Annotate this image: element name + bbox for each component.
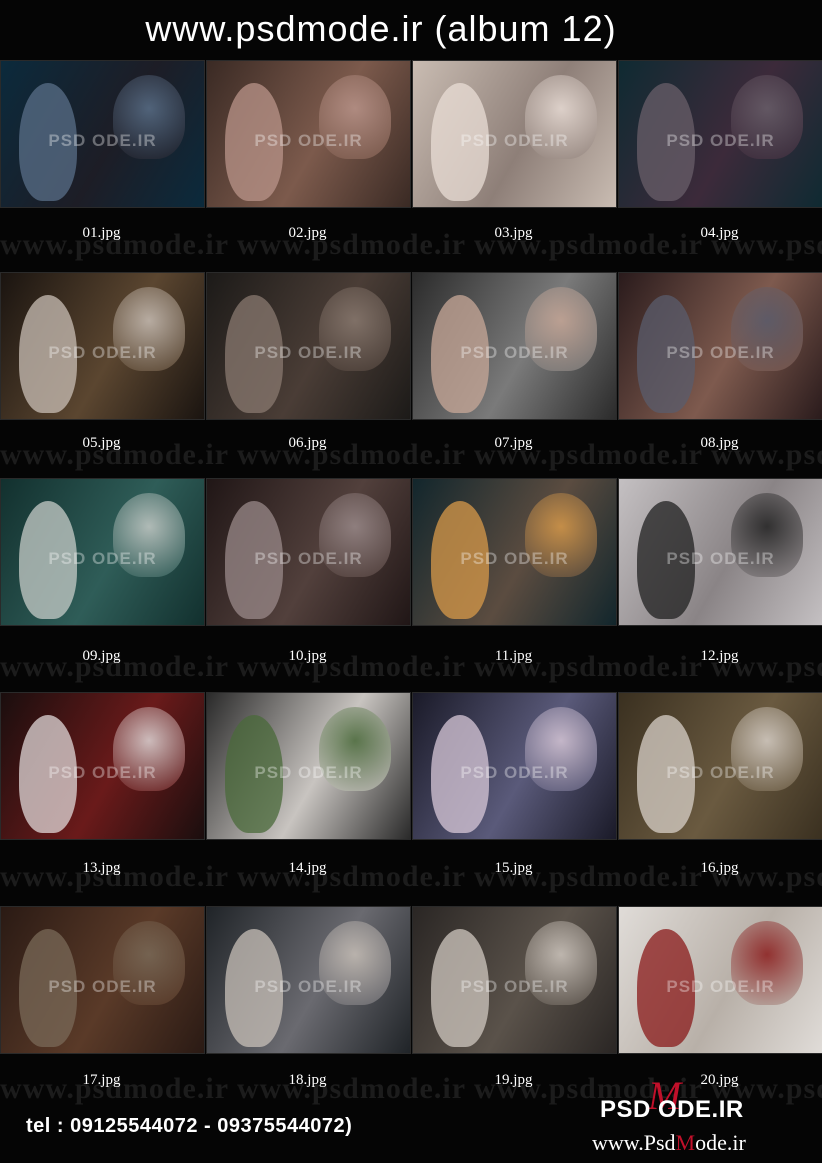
thumbnail-watermark: PSD ODE.IR (254, 549, 363, 569)
thumbnail-watermark: PSD ODE.IR (460, 549, 569, 569)
site-accent: M (675, 1130, 696, 1155)
album-thumbnail[interactable]: PSD ODE.IR (618, 60, 822, 208)
thumbnail-label: 15.jpg (494, 860, 533, 876)
thumbnail-watermark: PSD ODE.IR (254, 131, 363, 151)
thumbnail-label: 19.jpg (494, 1072, 533, 1088)
album-thumbnail[interactable]: PSD ODE.IR (412, 478, 617, 626)
thumbnail-watermark: PSD ODE.IR (666, 977, 775, 997)
thumbnail-label: 05.jpg (82, 435, 121, 451)
page-header: www.psdmode.ir (album 12) (0, 0, 822, 58)
thumbnail-watermark: PSD ODE.IR (254, 763, 363, 783)
thumbnail-watermark: PSD ODE.IR (48, 977, 157, 997)
album-thumbnail[interactable]: PSD ODE.IR (206, 478, 411, 626)
thumbnail-label: 12.jpg (700, 648, 739, 664)
thumbnail-label: 18.jpg (288, 1072, 327, 1088)
album-thumbnail[interactable]: PSD ODE.IR (618, 906, 822, 1054)
page-title: www.psdmode.ir (album 12) (145, 8, 617, 49)
contact-phone: tel : 09125544072 - 09375544072) (26, 1115, 353, 1137)
thumbnail-watermark: PSD ODE.IR (460, 343, 569, 363)
thumbnail-label: 10.jpg (288, 648, 327, 664)
album-thumbnail[interactable]: PSD ODE.IR (618, 478, 822, 626)
thumbnail-label: 17.jpg (82, 1072, 121, 1088)
album-thumbnail[interactable]: PSD ODE.IR (0, 478, 205, 626)
thumbnail-watermark: PSD ODE.IR (48, 343, 157, 363)
album-thumbnail[interactable]: PSD ODE.IR (0, 692, 205, 840)
thumbnail-label: 02.jpg (288, 225, 327, 241)
thumbnail-label: 07.jpg (494, 435, 533, 451)
thumbnail-watermark: PSD ODE.IR (460, 131, 569, 151)
thumbnail-watermark: PSD ODE.IR (48, 549, 157, 569)
thumbnail-watermark: PSD ODE.IR (666, 343, 775, 363)
album-thumbnail[interactable]: PSD ODE.IR (0, 272, 205, 420)
thumbnail-watermark: PSD ODE.IR (666, 131, 775, 151)
thumbnail-watermark: PSD ODE.IR (460, 763, 569, 783)
thumbnail-label: 04.jpg (700, 225, 739, 241)
album-thumbnail[interactable]: PSD ODE.IR (412, 272, 617, 420)
thumbnail-label: 14.jpg (288, 860, 327, 876)
album-thumbnail[interactable]: PSD ODE.IR (0, 60, 205, 208)
album-thumbnail[interactable]: PSD ODE.IR (0, 906, 205, 1054)
thumbnail-label: 08.jpg (700, 435, 739, 451)
thumbnail-label: 16.jpg (700, 860, 739, 876)
album-thumbnail[interactable]: PSD ODE.IR (412, 60, 617, 208)
thumbnail-label: 06.jpg (288, 435, 327, 451)
brand-logo: M PSD ODE.IR (600, 1073, 800, 1126)
thumbnail-watermark: PSD ODE.IR (460, 977, 569, 997)
thumbnail-label: 13.jpg (82, 860, 121, 876)
album-thumbnail[interactable]: PSD ODE.IR (412, 692, 617, 840)
thumbnail-watermark: PSD ODE.IR (48, 763, 157, 783)
thumbnail-watermark: PSD ODE.IR (666, 763, 775, 783)
album-thumbnail[interactable]: PSD ODE.IR (618, 692, 822, 840)
album-thumbnail[interactable]: PSD ODE.IR (206, 272, 411, 420)
thumbnail-label: 03.jpg (494, 225, 533, 241)
site-prefix: www.Psd (592, 1130, 676, 1155)
site-suffix: ode.ir (695, 1130, 746, 1155)
logo-text: PSD ODE.IR (600, 1096, 744, 1123)
album-thumbnail[interactable]: PSD ODE.IR (412, 906, 617, 1054)
album-thumbnail[interactable]: PSD ODE.IR (206, 692, 411, 840)
thumbnail-label: 01.jpg (82, 225, 121, 241)
album-thumbnail[interactable]: PSD ODE.IR (206, 60, 411, 208)
thumbnail-label: 09.jpg (82, 648, 121, 664)
thumbnail-watermark: PSD ODE.IR (48, 131, 157, 151)
thumbnail-watermark: PSD ODE.IR (254, 343, 363, 363)
thumbnail-watermark: PSD ODE.IR (254, 977, 363, 997)
album-thumbnail[interactable]: PSD ODE.IR (206, 906, 411, 1054)
website-link[interactable]: www.PsdMode.ir (592, 1130, 746, 1156)
thumbnail-label: 11.jpg (494, 648, 533, 664)
thumbnail-watermark: PSD ODE.IR (666, 549, 775, 569)
album-thumbnail[interactable]: PSD ODE.IR (618, 272, 822, 420)
